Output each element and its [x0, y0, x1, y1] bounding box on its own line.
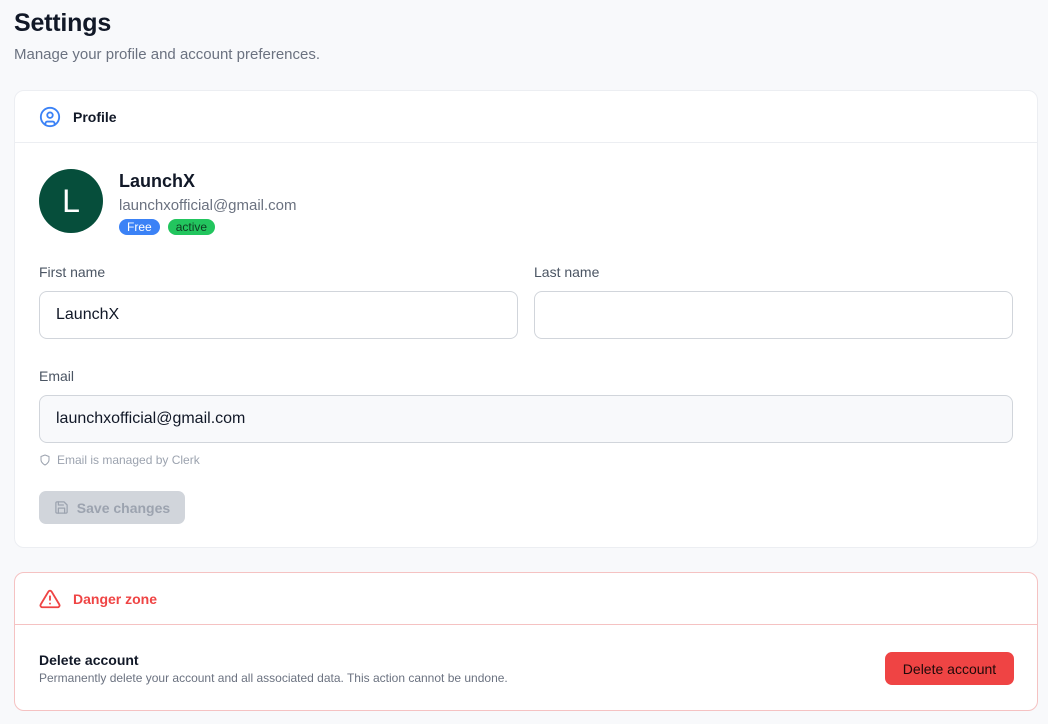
delete-account-title: Delete account: [39, 652, 139, 668]
profile-card-header: Profile: [15, 91, 1037, 143]
last-name-label: Last name: [534, 264, 600, 280]
settings-page: Settings Manage your profile and account…: [0, 0, 1048, 724]
status-badge: active: [167, 219, 216, 235]
email-hint: Email is managed by Clerk: [39, 453, 200, 467]
danger-zone-card: Danger zone Delete account Permanently d…: [14, 572, 1038, 711]
user-name: LaunchX: [119, 171, 196, 191]
delete-account-button[interactable]: Delete account: [885, 652, 1014, 685]
warning-triangle-icon: [39, 588, 61, 610]
first-name-input[interactable]: [39, 291, 518, 339]
profile-card: Profile L LaunchX launchxofficial@gmail.…: [14, 90, 1038, 548]
last-name-input[interactable]: [534, 291, 1013, 339]
danger-zone-header: Danger zone: [15, 573, 1037, 625]
email-hint-text: Email is managed by Clerk: [57, 453, 200, 467]
save-button-label: Save changes: [76, 499, 171, 516]
delete-account-description: Permanently delete your account and all …: [39, 671, 508, 685]
avatar: L: [39, 169, 103, 233]
badge-group: Free active: [119, 219, 216, 235]
user-circle-icon: [39, 106, 61, 128]
user-email: launchxofficial@gmail.com: [119, 197, 297, 214]
profile-card-title: Profile: [73, 108, 117, 125]
shield-icon: [39, 454, 51, 466]
first-name-label: First name: [39, 264, 106, 280]
email-label: Email: [39, 368, 75, 384]
page-subtitle: Manage your profile and account preferen…: [14, 46, 321, 63]
danger-zone-title: Danger zone: [73, 590, 158, 607]
save-button[interactable]: Save changes: [39, 491, 185, 524]
email-field[interactable]: [39, 395, 1013, 443]
page-title: Settings: [14, 9, 112, 37]
plan-badge: Free: [119, 219, 160, 235]
save-icon: [54, 500, 69, 515]
